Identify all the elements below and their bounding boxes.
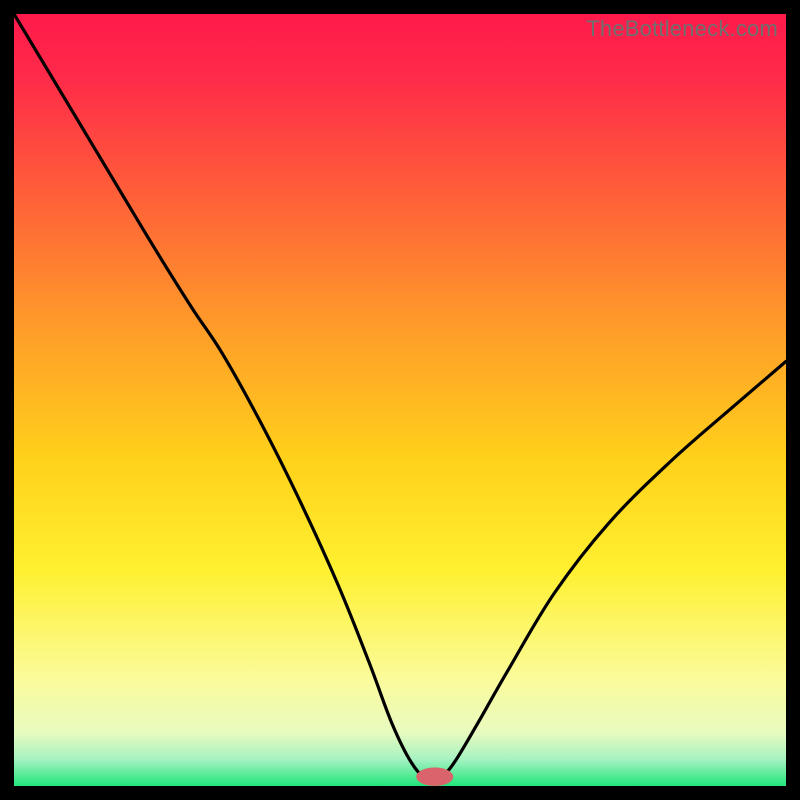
optimal-marker	[416, 767, 453, 786]
chart-svg	[14, 14, 786, 786]
chart-frame: TheBottleneck.com	[14, 14, 786, 786]
chart-background	[14, 14, 786, 786]
watermark-text: TheBottleneck.com	[586, 16, 778, 42]
